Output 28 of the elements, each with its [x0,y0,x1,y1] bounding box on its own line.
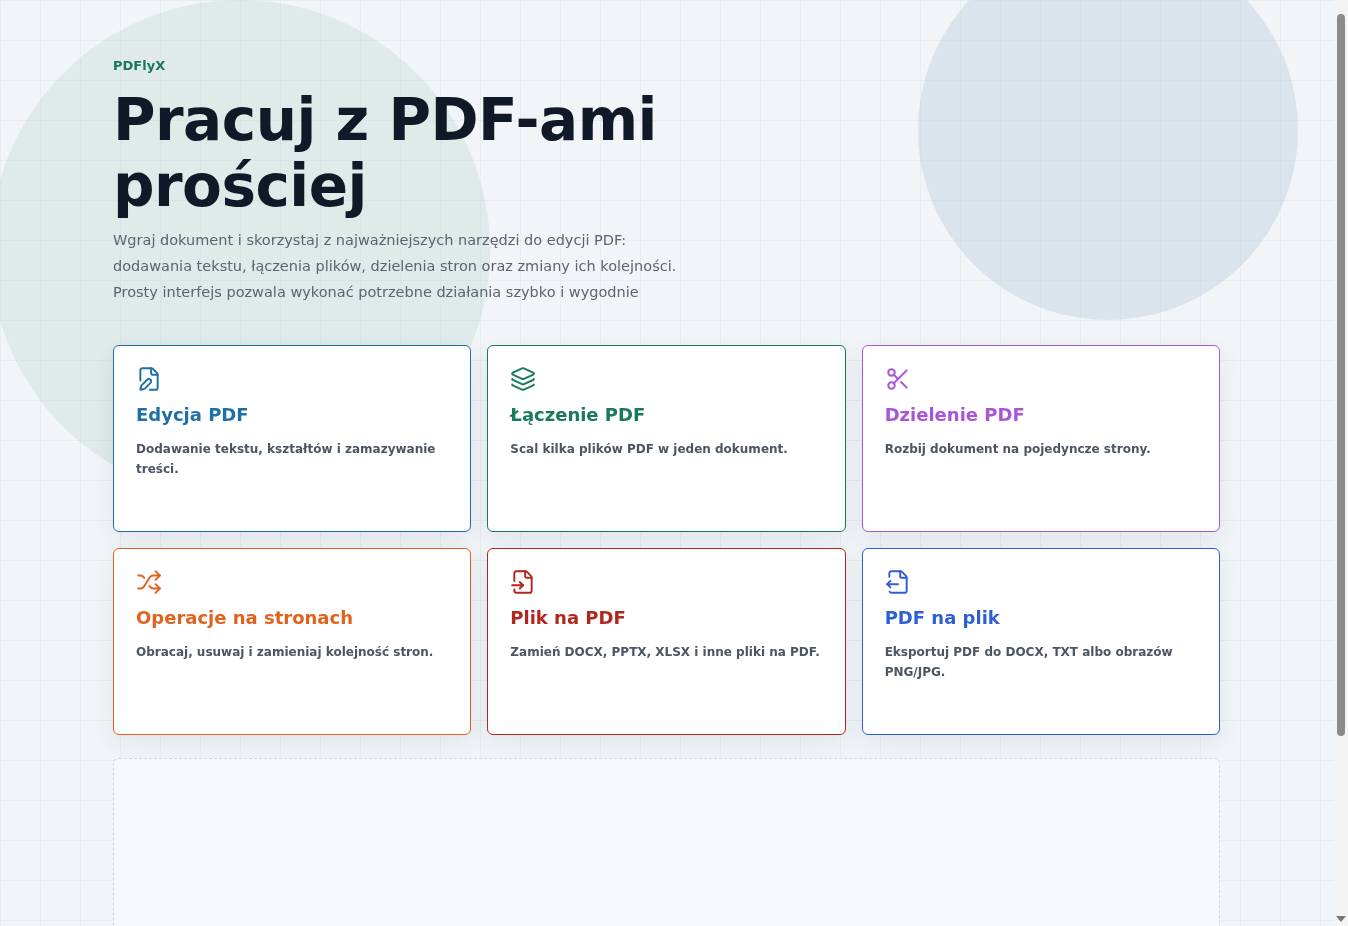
card-title: Edycja PDF [136,404,249,425]
page-title: Pracuj z PDF-ami prościej [113,87,658,219]
file-pen-icon [136,366,162,392]
intro-text: Wgraj dokument i skorzystaj z najważniejszych narzędzi do edycji PDF: dodawania tekstu, łączenia plików, dzielenia stron oraz zmiany ich kolejności. Prosty interfejs pozwala wykonać potrzebne działania szybko i wygodnie [113,231,678,302]
layers-icon [510,366,537,392]
card-description: Eksportuj PDF do DOCX, TXT albo obrazów PNG/JPG. [884,644,1174,681]
card-description: Scal kilka plików PDF w jeden dokument. [510,441,788,458]
tool-card[interactable]: Edycja PDF Dodawanie tekstu, kształtów i zamazywanie treści. [113,345,472,532]
card-title: Operacje na stronach [136,607,353,628]
scrollbar[interactable] [1334,0,1348,926]
tool-card[interactable]: Łączenie PDF Scal kilka plików PDF w jeden dokument. [487,345,846,532]
scroll-down-icon[interactable] [1336,916,1346,922]
card-description: Rozbij dokument na pojedyncze strony. [884,441,1151,458]
tool-card[interactable]: Plik na PDF Zamień DOCX, PPTX, XLSX i inne pliki na PDF. [487,548,846,735]
scroll-thumb[interactable] [1337,14,1345,736]
card-title: PDF na plik [884,607,1000,628]
card-title: Plik na PDF [510,607,626,628]
card-description: Obracaj, usuwaj i zamieniaj kolejność stron. [136,644,434,661]
tool-card[interactable]: Dzielenie PDF Rozbij dokument na pojedyncze strony. [861,345,1220,532]
card-description: Zamień DOCX, PPTX, XLSX i inne pliki na PDF. [510,644,820,661]
card-title: Łączenie PDF [510,404,646,425]
tool-card[interactable]: Operacje na stronach Obracaj, usuwaj i zamieniaj kolejność stron. [113,548,472,735]
card-title: Dzielenie PDF [884,404,1025,425]
card-description: Dodawanie tekstu, kształtów i zamazywanie treści. [136,441,437,478]
shuffle-icon [136,569,162,595]
scissors-icon [884,366,911,392]
brand-name: PDFlyX [113,58,167,73]
tool-card[interactable]: PDF na plik Eksportuj PDF do DOCX, TXT albo obrazów PNG/JPG. [861,548,1220,735]
